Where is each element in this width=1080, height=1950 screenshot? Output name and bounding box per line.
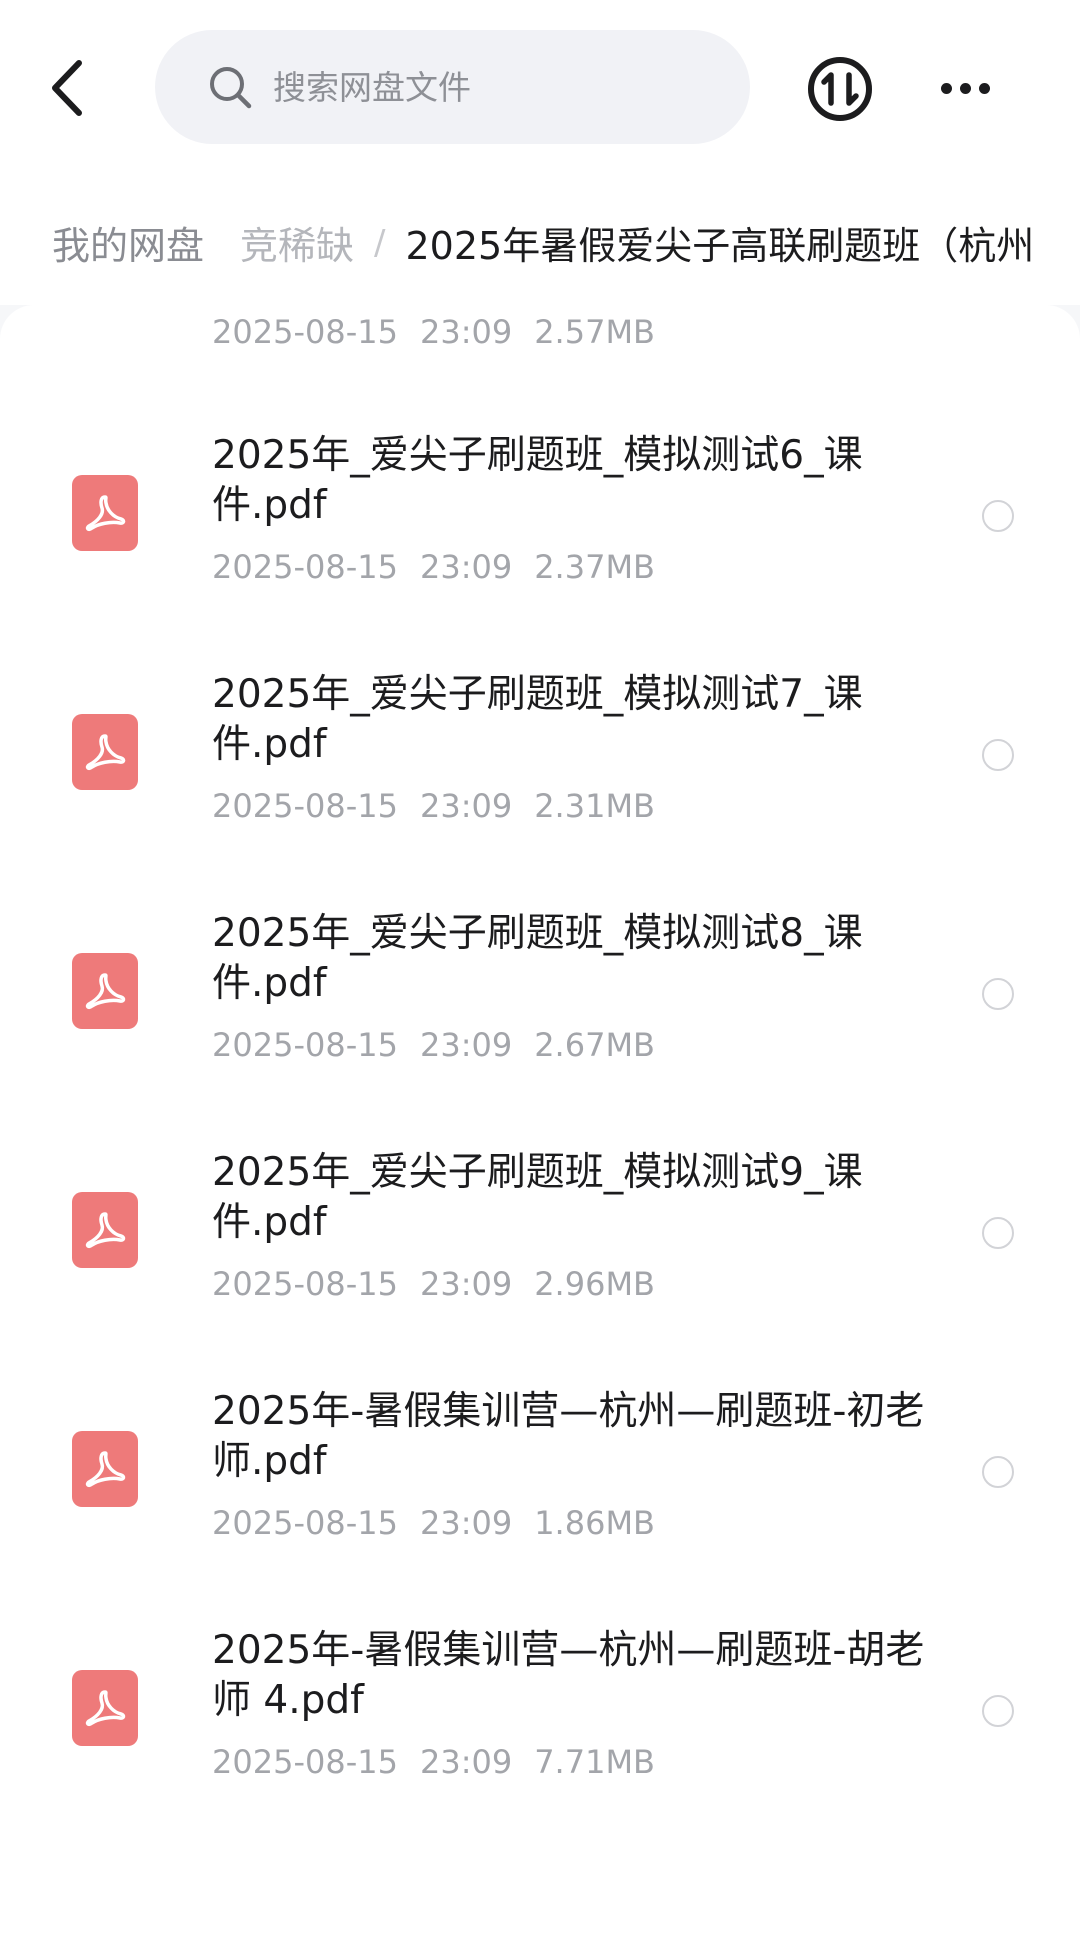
sort-icon — [808, 57, 872, 121]
sort-button[interactable] — [806, 55, 874, 123]
file-list-item[interactable]: 2025年_爱尖子刷题班_模拟测试8_课件.pdf 2025-08-15 23:09… — [0, 881, 1080, 1120]
file-size: 2.37MB — [534, 548, 655, 586]
file-list-item[interactable]: 2025年_爱尖子刷题班_模拟测试6_课件.pdf 2025-08-15 23:09… — [0, 403, 1080, 642]
file-name: 2025年-暑假集训营—杭州—刷题班-胡老师 4.pdf — [212, 1628, 925, 1723]
partial-file-meta: 2025-08-15 23:09 2.57MB — [212, 313, 655, 351]
select-radio[interactable] — [982, 978, 1014, 1010]
file-meta: 2025-08-15 23:09 2.31MB — [212, 787, 655, 825]
select-radio[interactable] — [982, 500, 1014, 532]
file-size: 7.71MB — [534, 1743, 655, 1781]
search-input[interactable] — [273, 67, 693, 107]
file-date: 2025-08-15 — [212, 1504, 398, 1542]
file-time: 23:09 — [419, 1026, 513, 1064]
file-time: 23:09 — [419, 787, 513, 825]
pdf-file-icon — [72, 1431, 138, 1507]
file-date: 2025-08-15 — [212, 1026, 398, 1064]
file-time: 23:09 — [419, 1504, 513, 1542]
select-radio[interactable] — [982, 1217, 1014, 1249]
file-meta: 2025-08-15 23:09 2.37MB — [212, 548, 655, 586]
file-name: 2025年-暑假集训营—杭州—刷题班-初老师.pdf — [212, 1389, 925, 1484]
file-size: 2.31MB — [534, 787, 655, 825]
select-radio[interactable] — [982, 739, 1014, 771]
pdf-file-icon — [72, 953, 138, 1029]
breadcrumb-folder[interactable]: 竞稀缺 — [240, 215, 354, 270]
breadcrumb-root[interactable]: 我的网盘 — [52, 215, 204, 270]
pdf-file-icon — [72, 714, 138, 790]
file-meta: 2025-08-15 23:09 2.96MB — [212, 1265, 655, 1303]
chevron-left-icon — [52, 60, 82, 116]
search-icon — [207, 64, 253, 110]
file-meta: 2025-08-15 23:09 7.71MB — [212, 1743, 655, 1781]
breadcrumb-separator: / — [374, 222, 386, 263]
file-date: 2025-08-15 — [212, 787, 398, 825]
file-name: 2025年_爱尖子刷题班_模拟测试6_课件.pdf — [212, 433, 863, 528]
file-list-item[interactable]: 2025年_爱尖子刷题班_模拟测试7_课件.pdf 2025-08-15 23:09… — [0, 642, 1080, 881]
file-name: 2025年_爱尖子刷题班_模拟测试8_课件.pdf — [212, 911, 863, 1006]
search-bar[interactable] — [155, 30, 750, 144]
file-size: 1.86MB — [534, 1504, 655, 1542]
file-meta: 2025-08-15 23:09 2.67MB — [212, 1026, 655, 1064]
file-time: 23:09 — [419, 1743, 513, 1781]
file-meta: 2025-08-15 23:09 1.86MB — [212, 1504, 655, 1542]
more-dots-icon — [940, 82, 952, 94]
select-radio[interactable] — [982, 1456, 1014, 1488]
file-size: 2.96MB — [534, 1265, 655, 1303]
pdf-file-icon — [72, 475, 138, 551]
breadcrumb-current: 2025年暑假爱尖子高联刷题班（杭州 — [405, 224, 1035, 268]
file-name: 2025年_爱尖子刷题班_模拟测试7_课件.pdf — [212, 672, 863, 767]
breadcrumb: 我的网盘 竞稀缺 / 2025年暑假爱尖子高联刷题班（杭州 — [0, 180, 1080, 305]
top-bar — [0, 0, 1080, 180]
file-name: 2025年_爱尖子刷题班_模拟测试9_课件.pdf — [212, 1150, 863, 1245]
file-date: 2025-08-15 — [212, 548, 398, 586]
pdf-file-icon — [72, 1670, 138, 1746]
pdf-file-icon — [72, 1192, 138, 1268]
file-size: 2.67MB — [534, 1026, 655, 1064]
back-button[interactable] — [38, 52, 94, 124]
file-list: 2025-08-15 23:09 2.57MB 2025年_爱尖子刷题班_模拟测试6… — [0, 305, 1080, 1950]
file-list-item[interactable]: 2025年-暑假集训营—杭州—刷题班-初老师.pdf 2025-08-15 23:0… — [0, 1359, 1080, 1598]
file-date: 2025-08-15 — [212, 1265, 398, 1303]
more-options-button[interactable] — [930, 60, 1000, 116]
file-time: 23:09 — [419, 548, 513, 586]
file-time: 23:09 — [419, 1265, 513, 1303]
file-date: 2025-08-15 — [212, 1743, 398, 1781]
file-browser-page: 我的网盘 竞稀缺 / 2025年暑假爱尖子高联刷题班（杭州 2025-08-15… — [0, 0, 1080, 1950]
select-radio[interactable] — [982, 1695, 1014, 1727]
file-list-item[interactable]: 2025年_爱尖子刷题班_模拟测试9_课件.pdf 2025-08-15 23:09… — [0, 1120, 1080, 1359]
file-list-item[interactable]: 2025年-暑假集训营—杭州—刷题班-胡老师 4.pdf 2025-08-15 23… — [0, 1598, 1080, 1837]
